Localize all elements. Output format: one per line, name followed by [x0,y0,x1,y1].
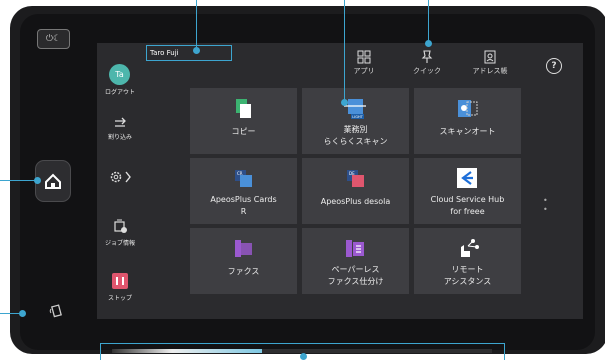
tab-apps-label: アプリ [353,67,375,75]
nfc-icon [49,304,62,318]
help-button[interactable]: ? [546,58,562,74]
stop-label: ストップ [107,295,132,302]
tile-scan-light[interactable]: LIGHT 業務別 らくらくスキャン [302,88,409,154]
tile-cards-r[interactable]: CR ApeosPlus Cards R [190,158,297,224]
interrupt-icon [115,117,126,127]
tile-scan-auto[interactable]: スキャンオート [414,88,521,154]
tile-cards-r-label: ApeosPlus Cards R [210,195,277,216]
page-indicator[interactable]: • • [543,196,548,214]
tile-fax[interactable]: ファクス [190,228,297,294]
address-book-icon [484,50,496,64]
tile-copy[interactable]: コピー [190,88,297,154]
stop-button[interactable]: ストップ [97,273,143,302]
callout-line-tile [344,0,345,102]
interrupt-label: 割り込み [107,134,132,141]
callout-line-bar-left [100,343,101,360]
callout-line-bar-right [504,343,505,360]
tile-desola-label: ApeosPlus desola [320,197,391,206]
callout-line-user [196,0,197,50]
power-button[interactable]: ⏻☾ [37,29,70,49]
callout-line-tab [428,0,429,44]
apps-icon [357,50,371,64]
callout-dot-tab [425,40,432,47]
home-icon [45,173,61,189]
desola-badge: DE [349,171,355,176]
fax-icon [235,240,252,257]
interrupt-button[interactable]: 割り込み [97,117,143,141]
tile-cloud-hub-label: Cloud Service Hub for freee [430,195,505,216]
tab-address-book-label: アドレス帳 [472,67,508,75]
logout-label[interactable]: ログアウト [97,87,143,96]
status-light-fill [112,349,262,353]
job-info-label: ジョブ情報 [104,240,135,247]
copy-icon [236,99,251,118]
tab-quick-label: クイック [413,67,441,75]
pin-icon [421,50,433,63]
tab-address-book[interactable]: アドレス帳 [465,50,515,76]
tab-apps[interactable]: アプリ [339,50,389,76]
cards-badge: CR [237,171,243,176]
tile-scan-auto-label: スキャンオート [439,127,496,136]
tile-cloud-hub[interactable]: Cloud Service Hub for freee [414,158,521,224]
tile-desola[interactable]: DE ApeosPlus desola [302,158,409,224]
sidebar: Ta ログアウト 割り込み ジョブ情報 ストップ [97,43,143,319]
avatar[interactable]: Ta [109,64,130,85]
gear-icon [110,171,131,183]
desola-icon: DE [347,170,364,187]
job-info-icon [114,219,127,233]
callout-dot-user [193,47,200,54]
paperless-fax-icon [346,240,364,257]
tab-quick[interactable]: クイック [402,50,452,76]
cards-icon: CR [235,170,252,187]
callout-dot-tile [341,99,348,106]
tile-fax-label: ファクス [227,267,260,276]
scan-auto-icon [458,100,478,117]
settings-button[interactable] [97,169,143,185]
callout-dot-home [34,177,41,184]
callout-dot-nfc [19,310,26,317]
tile-remote-assist[interactable]: リモート アシスタンス [414,228,521,294]
tile-copy-label: コピー [231,127,256,136]
remote-assist-icon [461,239,479,257]
job-info-button[interactable]: ジョブ情報 [97,218,143,247]
scan-light-badge: LIGHT [352,115,363,119]
callout-line-home [0,180,37,181]
tile-paperless-fax-label: ペーパーレス ファクス仕分け [327,265,384,286]
cloud-hub-icon [457,168,477,188]
user-name: Taro Fuji [146,45,232,61]
callout-dot-bar [300,353,307,360]
callout-line-bar [100,343,505,344]
stop-icon [112,273,128,289]
tile-paperless-fax[interactable]: ペーパーレス ファクス仕分け [302,228,409,294]
tile-remote-assist-label: リモート アシスタンス [443,265,492,286]
chevron-right-icon [125,171,131,183]
tile-scan-light-label: 業務別 らくらくスキャン [323,125,388,146]
